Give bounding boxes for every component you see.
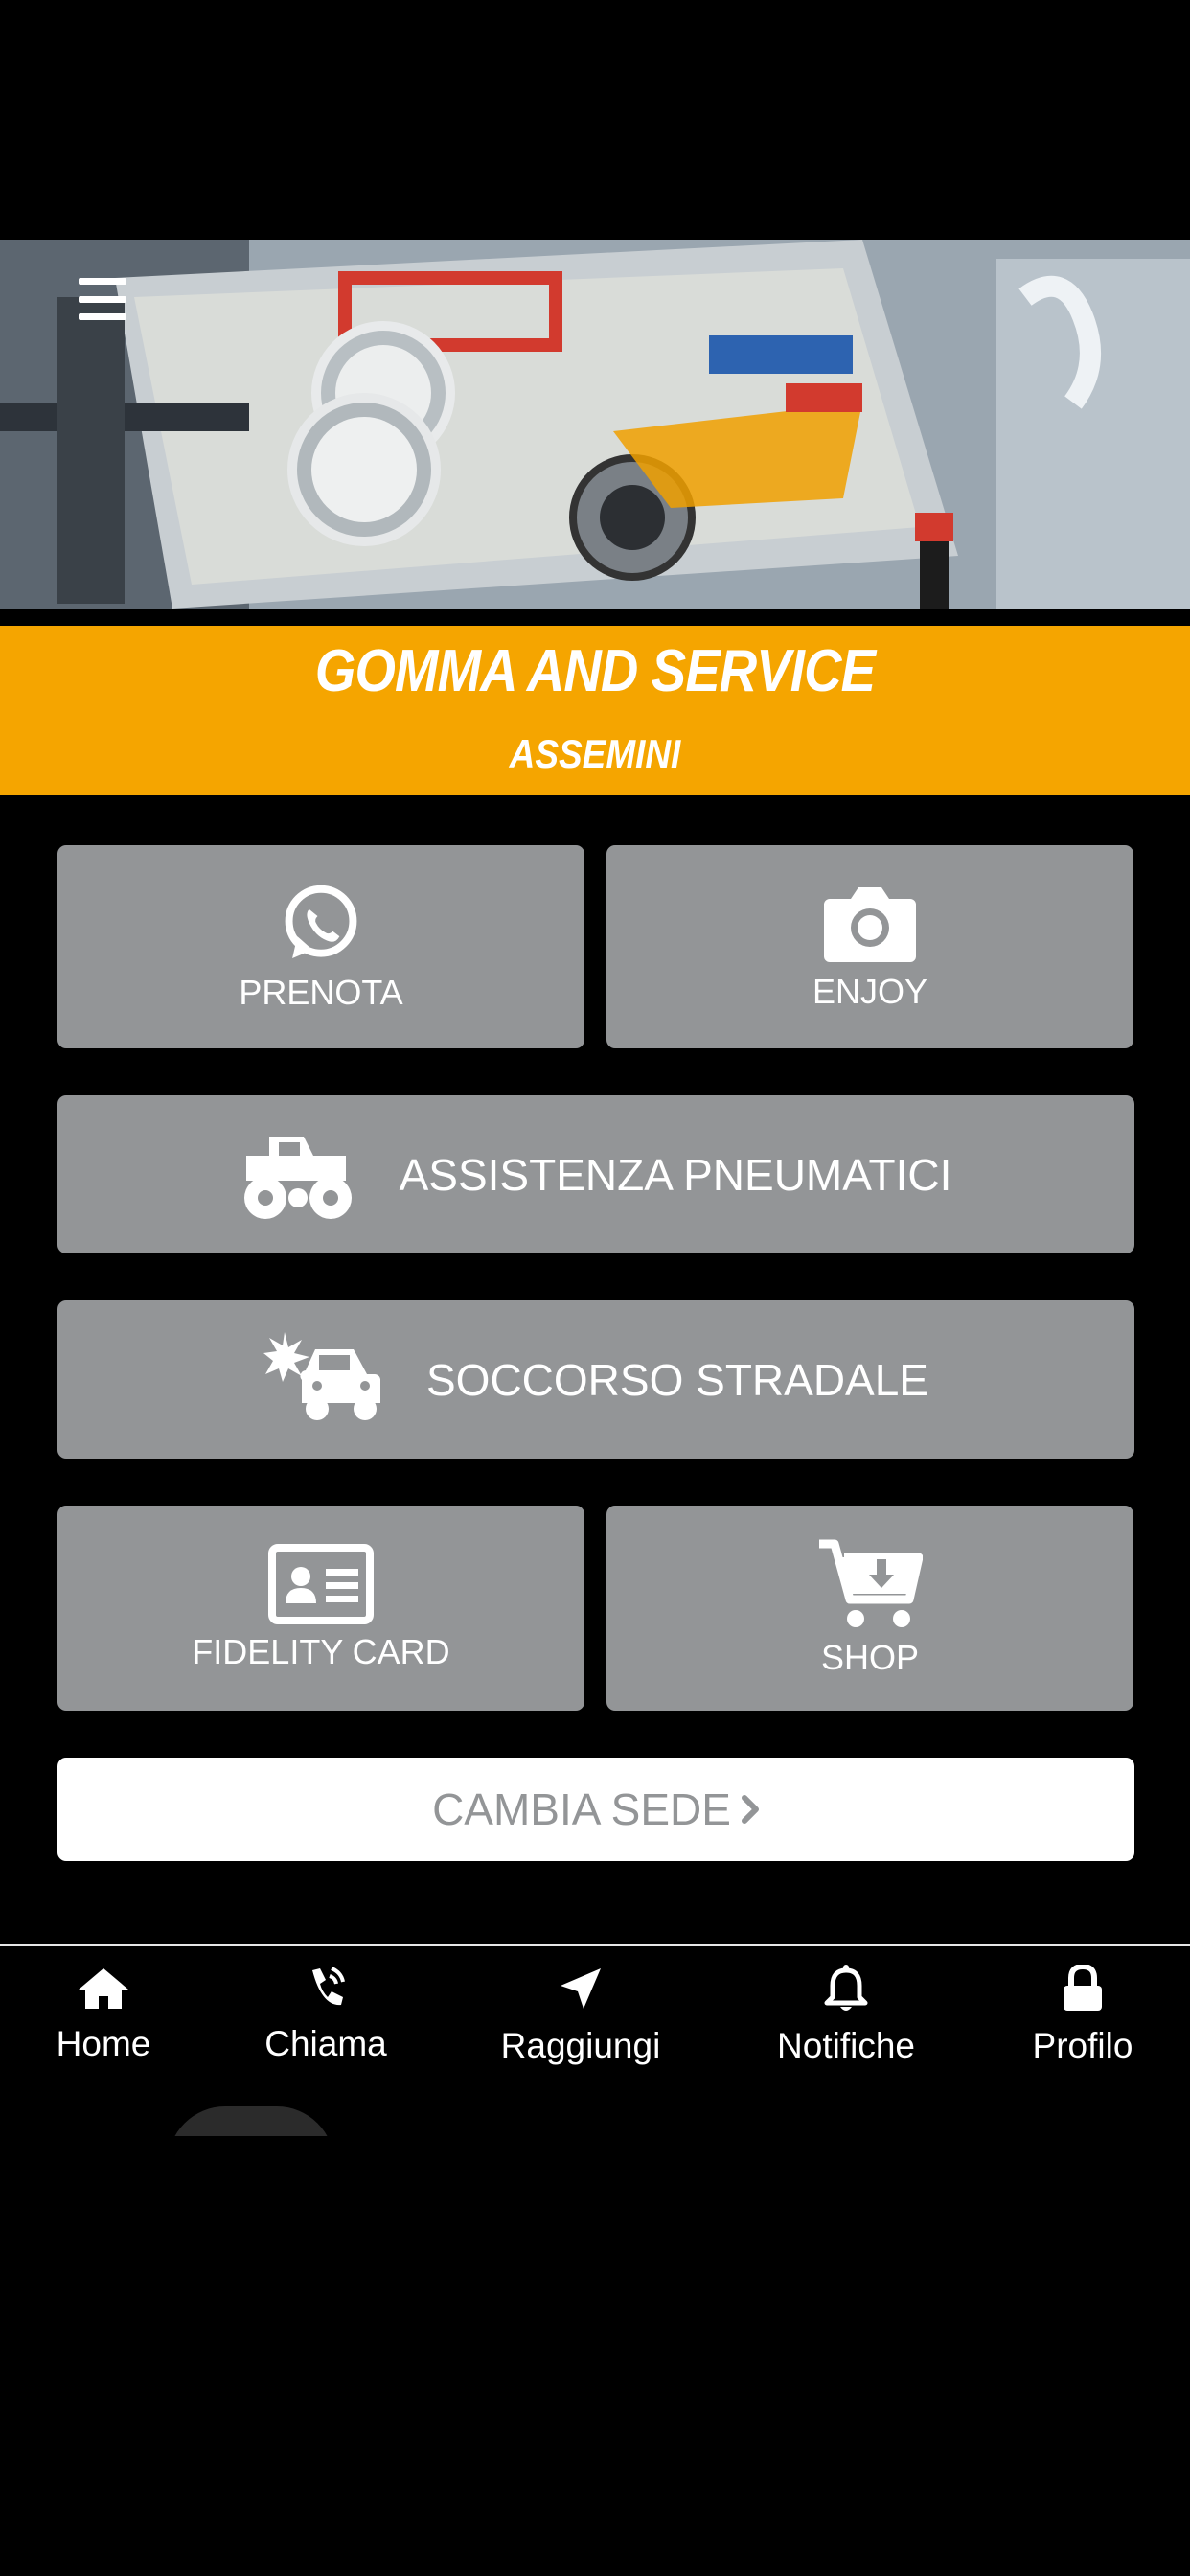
prenota-button[interactable]: PRENOTA (57, 845, 584, 1048)
prenota-label: PRENOTA (239, 973, 403, 1012)
cart-download-icon (819, 1539, 923, 1627)
nav-notifiche-label: Notifiche (777, 2026, 915, 2065)
whatsapp-icon (285, 885, 357, 958)
nav-profilo-label: Profilo (1032, 2026, 1133, 2065)
bottom-nav-divider (0, 1944, 1190, 1946)
soccorso-stradale-button[interactable]: SOCCORSO STRADALE (57, 1300, 1134, 1459)
lock-icon (1064, 1965, 1102, 2011)
fidelity-card-button[interactable]: FIDELITY CARD (57, 1506, 584, 1711)
location-arrow-icon (561, 1968, 601, 2009)
car-crash-icon (263, 1331, 380, 1420)
brand-subtitle: ASSEMINI (509, 731, 681, 776)
nav-home[interactable]: Home (36, 1965, 171, 2089)
hamburger-menu-icon[interactable] (79, 278, 126, 320)
nav-home-label: Home (56, 2024, 151, 2063)
enjoy-button[interactable]: ENJOY (606, 845, 1133, 1048)
shop-button[interactable]: SHOP (606, 1506, 1133, 1711)
assistenza-label: ASSISTENZA PNEUMATICI (399, 1149, 952, 1200)
cambia-sede-button[interactable]: CAMBIA SEDE (57, 1758, 1134, 1861)
soccorso-label: SOCCORSO STRADALE (426, 1354, 928, 1405)
hero-image (0, 240, 1190, 609)
bell-icon (824, 1965, 868, 2011)
fidelity-label: FIDELITY CARD (192, 1632, 450, 1671)
brand-title: GOMMA AND SERVICE (314, 638, 876, 704)
enjoy-label: ENJOY (812, 972, 928, 1011)
nav-raggiungi-label: Raggiungi (500, 2026, 661, 2065)
shop-label: SHOP (820, 1638, 920, 1677)
phone-icon (312, 1966, 345, 2006)
nav-notifiche[interactable]: Notifiche (767, 1965, 926, 2089)
brand-banner: GOMMA AND SERVICE ASSEMINI (0, 626, 1190, 795)
hero-photo-illustration (0, 240, 1190, 609)
monster-truck-icon (243, 1136, 352, 1219)
nav-raggiungi[interactable]: Raggiungi (498, 1965, 663, 2089)
camera-icon (824, 887, 916, 962)
chevron-right-icon (741, 1795, 759, 1824)
nav-profilo[interactable]: Profilo (1020, 1965, 1145, 2089)
nav-chiama-label: Chiama (264, 2024, 387, 2063)
id-card-icon (268, 1544, 374, 1624)
cambia-sede-label: CAMBIA SEDE (432, 1784, 731, 1834)
nav-chiama[interactable]: Chiama (254, 1965, 398, 2089)
assistenza-pneumatici-button[interactable]: ASSISTENZA PNEUMATICI (57, 1095, 1134, 1254)
home-icon (79, 1968, 128, 2009)
bottom-blank-area (0, 2136, 1190, 2576)
